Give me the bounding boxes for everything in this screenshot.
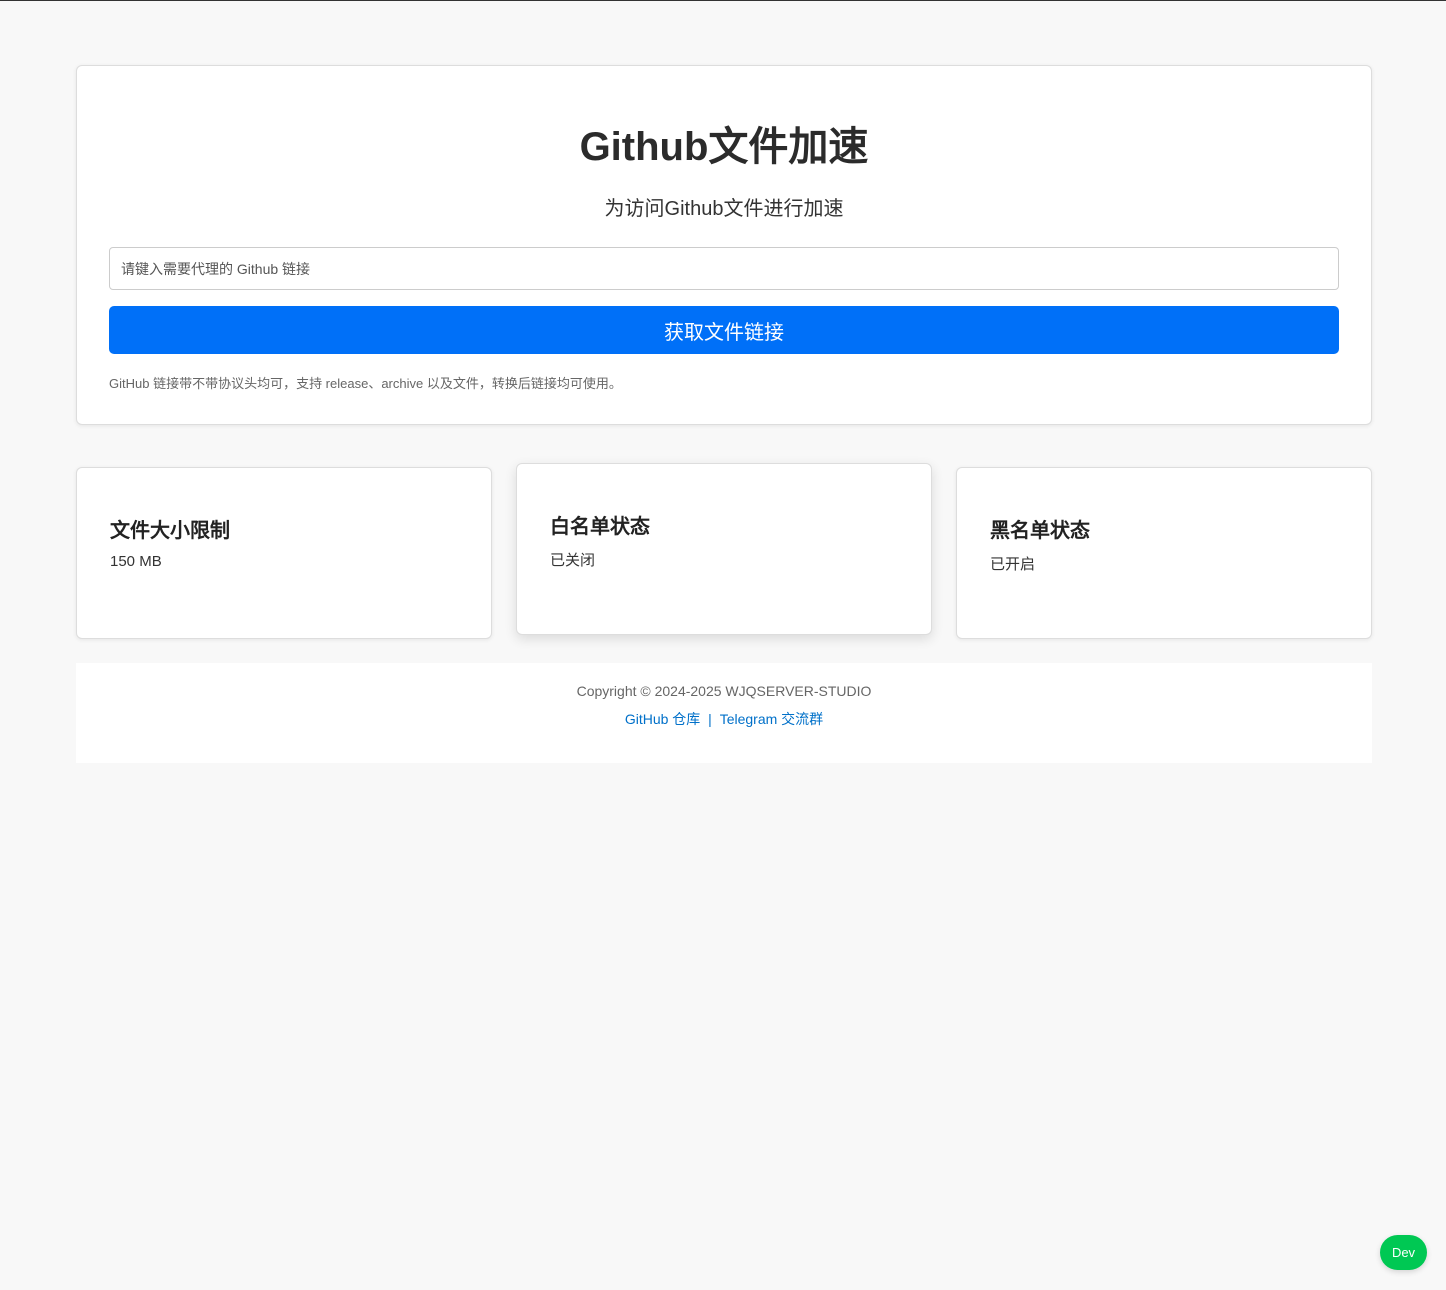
stat-title: 文件大小限制 [110, 520, 230, 542]
get-file-link-button[interactable]: 获取文件链接 [109, 306, 1339, 354]
stat-value: 已关闭 [550, 552, 596, 569]
dev-badge-button[interactable]: Dev [1380, 1235, 1427, 1270]
stat-title: 黑名单状态 [990, 520, 1090, 542]
page-container: Github文件加速 为访问Github文件进行加速 获取文件链接 GitHub… [76, 65, 1372, 763]
stats-row: 文件大小限制 150 MB 白名单状态 已关闭 黑名单状态 已开启 [76, 463, 1372, 643]
footer-separator: | [708, 711, 712, 727]
footer-links: GitHub 仓库 | Telegram 交流群 [76, 709, 1372, 729]
github-repo-link[interactable]: GitHub 仓库 [625, 711, 700, 727]
telegram-group-link[interactable]: Telegram 交流群 [720, 711, 823, 727]
helper-text: GitHub 链接带不带协议头均可，支持 release、archive 以及文… [109, 376, 622, 391]
stat-card-whitelist: 白名单状态 已关闭 [516, 463, 932, 635]
page-subtitle: 为访问Github文件进行加速 [604, 198, 844, 220]
stat-card-blacklist: 黑名单状态 已开启 [956, 467, 1372, 639]
stat-card-file-size: 文件大小限制 150 MB [76, 467, 492, 639]
stat-value: 已开启 [990, 556, 1036, 573]
proxy-card: Github文件加速 为访问Github文件进行加速 获取文件链接 GitHub… [76, 65, 1372, 425]
copyright-text: Copyright © 2024-2025 WJQSERVER-STUDIO [576, 683, 872, 699]
stat-value: 150 MB [110, 553, 162, 570]
stat-title: 白名单状态 [550, 516, 650, 538]
footer: Copyright © 2024-2025 WJQSERVER-STUDIO G… [76, 663, 1372, 763]
github-url-input[interactable] [109, 247, 1339, 290]
page-title: Github文件加速 [579, 125, 869, 169]
